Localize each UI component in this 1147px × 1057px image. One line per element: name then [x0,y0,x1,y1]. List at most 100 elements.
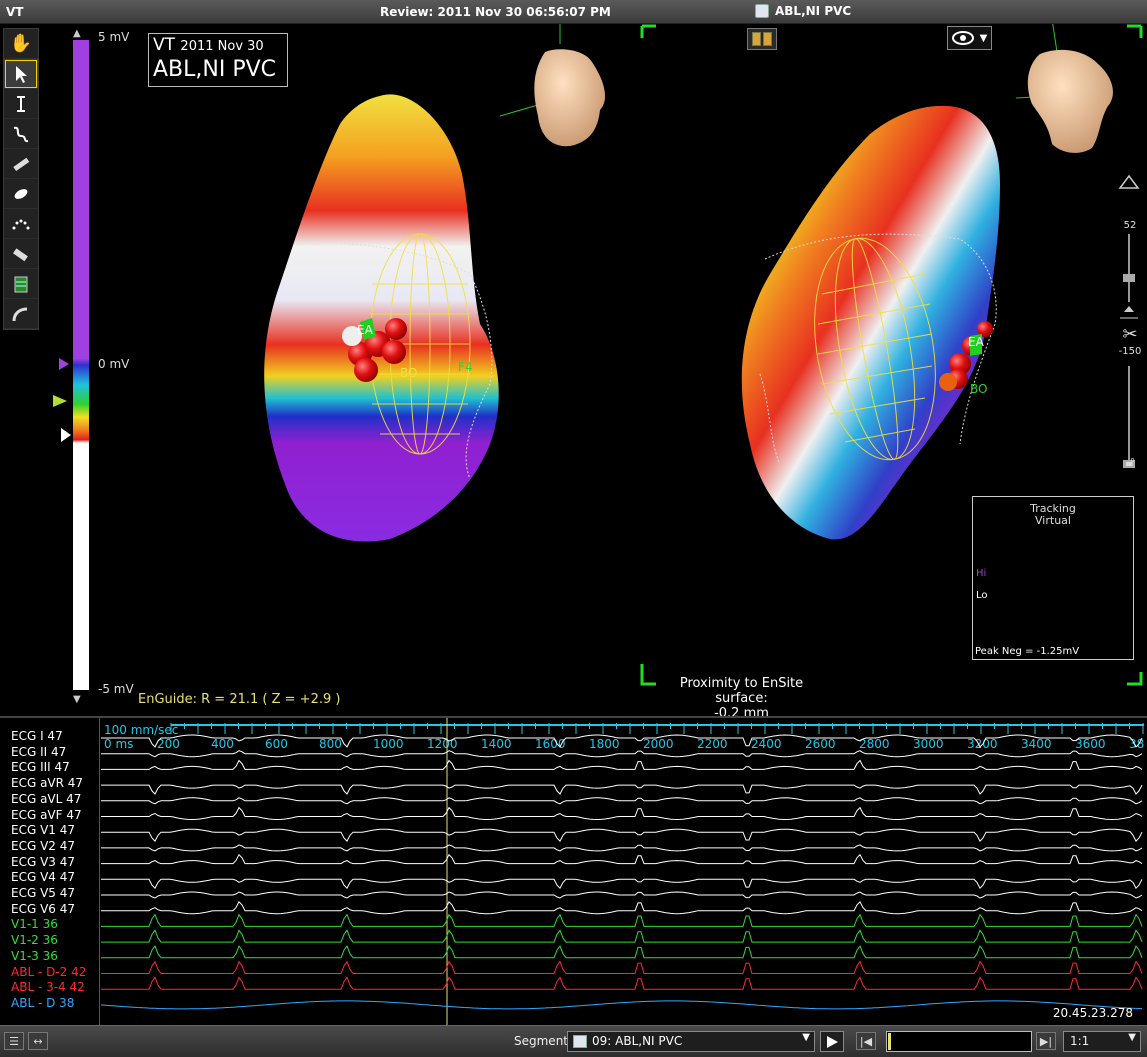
lead-label: V1-2 36 [11,933,58,948]
caliper-icon[interactable] [4,89,38,119]
lead-label: ABL - D-2 42 [11,964,87,979]
tracking-lo-label: Lo [976,590,988,601]
lead-labels: ECG I 47 ECG II 47 ECG III 47 ECG aVR 47 ECG… [0,718,100,1026]
scissors-icon[interactable]: ✂ [1115,324,1145,345]
timeline-scrubber[interactable] [886,1031,1032,1052]
ruler-tick-label: 1400 [481,737,512,751]
visibility-dropdown[interactable]: ▼ [947,26,992,50]
scale-min-label: -5 mV [98,682,134,696]
lead-label: ECG V2 47 [11,838,76,853]
lead-label: ECG V1 47 [11,823,76,838]
curve-line-icon[interactable] [4,119,38,149]
ecg-trace [101,891,1143,899]
pan-hand-icon[interactable]: ✋ [4,29,38,59]
ecg-trace [101,878,1143,890]
info-map-name: ABL,NI PVC [153,57,277,82]
ecg-trace [101,759,1143,770]
timeline-cursor[interactable] [888,1033,891,1050]
split-view-button[interactable] [747,28,777,50]
scale-down-arrow-icon[interactable]: ▼ [73,694,81,705]
marker-bo-left: BO [400,366,417,380]
lead-label: ECG V5 47 [11,886,76,900]
lead-label: ABL - D 38 [11,995,75,1010]
heart-model-right [741,105,1000,540]
catheter-icon[interactable] [4,299,38,329]
eraser-icon[interactable] [4,239,38,269]
scale-max-label: 5 mV [98,30,130,44]
segment-title-text: ABL,NI PVC [775,4,852,18]
lock-icon[interactable]: 🔓︎ [1115,454,1145,470]
review-title: Review: 2011 Nov 30 06:56:07 PM [380,5,611,19]
torso-orientation-icon-left [499,24,606,147]
voltage-color-scale[interactable] [73,40,89,690]
ecg-trace [101,900,1143,915]
chevron-down-icon: ▼ [1128,1032,1136,1043]
step-back-button[interactable]: |◀ [856,1032,876,1050]
ecg-trace [101,750,1143,758]
lead-label: V1-3 36 [11,948,58,963]
play-button[interactable] [820,1031,844,1052]
ecg-trace [101,960,1143,974]
ruler-icon[interactable] [4,149,38,179]
ecg-waveform-canvas[interactable]: 100 mm/sec 0 ms 200 400 600 800 1000 1200 1400… [101,718,1144,1026]
chevron-down-icon: ▼ [979,32,988,44]
ecg-panel[interactable]: ECG I 47 ECG II 47 ECG III 47 ECG aVR 47 ECG… [0,716,1147,1026]
map-viewport[interactable]: EA BO F4 EA BO ✋ ▲ ▼ 5 mV 0 mV -5 mV VT … [0,24,1147,721]
marker-bo-right: BO [970,382,987,396]
lead-label: ECG II 47 [11,744,67,759]
tracking-subtitle: Virtual [1035,514,1071,527]
info-vt: VT [153,35,176,55]
marker-ea-right: EA [968,335,985,349]
lead-label: ECG III 47 [11,760,70,775]
pane-icon [752,32,761,46]
ecg-trace [101,913,1143,927]
scale-mid-label: 0 mV [98,357,130,371]
ecg-trace [101,797,1143,805]
ruler-tick-label: 800 [319,737,342,751]
lead-label: V1-1 36 [11,917,58,932]
ecg-trace [101,784,1143,795]
ruler-tick-label: 3600 [1075,737,1106,751]
pointer-arrow-icon[interactable] [4,59,38,89]
lead-label: ECG I 47 [11,729,63,743]
lesion-ellipse-icon[interactable] [4,179,38,209]
ruler-tick-label: 2600 [805,737,836,751]
tracking-panel[interactable]: Tracking Virtual Hi Lo Peak Neg = -1.25m… [972,496,1134,660]
tracking-peak-label: Peak Neg = -1.25mV [975,646,1080,657]
slider-graphics [1118,174,1140,468]
lead-label: ECG aVL 47 [11,791,82,806]
ruler-tick-label: 2400 [751,737,782,751]
clip-plane-slider[interactable]: 52 ✂ -150 🔓︎ [1115,172,1145,472]
dotted-path-icon[interactable] [4,209,38,239]
title-bar: VT Review: 2011 Nov 30 06:56:07 PM ABL,N… [0,0,1147,24]
time-ruler [170,723,1144,734]
step-forward-button[interactable]: ▶| [1036,1032,1056,1050]
ruler-tick-label: 400 [211,737,234,751]
pane-icon [763,32,772,46]
playback-speed-select[interactable]: 1:1 ▼ [1063,1031,1141,1052]
ecg-trace [101,828,1143,842]
proximity-readout: Proximity to EnSite surface: -0.2 mm [654,676,829,721]
lead-label: ABL - 3-4 42 [11,980,85,995]
chevron-down-icon: ▼ [802,1032,810,1043]
waveform-doc-icon [755,4,769,18]
eye-icon [951,31,974,45]
lead-label: ECG aVR 47 [11,776,84,791]
list-view-icon[interactable]: ☰ [4,1032,24,1050]
scale-up-arrow-icon[interactable]: ▲ [73,28,81,39]
lead-label: ECG V6 47 [11,901,76,916]
proximity-label: Proximity to EnSite surface: [679,676,804,706]
fit-width-icon[interactable]: ↔ [28,1032,48,1050]
ecg-speed-label: 100 mm/sec [104,723,178,737]
marker-ea-left: EA [357,323,374,337]
lead-label: ECG V3 47 [11,854,76,869]
ecg-trace [101,944,1143,959]
ruler-tick-label: 2200 [697,737,728,751]
waveform-panel-icon[interactable] [4,269,38,299]
ecg-trace [101,1000,1143,1010]
segment-select[interactable]: 09: ABL,NI PVC ▼ [567,1031,815,1052]
ecg-trace [101,976,1143,990]
marker-f4-left: F4 [458,360,473,374]
info-date: 2011 Nov 30 [180,39,264,54]
slider-bottom-value: -150 [1118,346,1142,357]
